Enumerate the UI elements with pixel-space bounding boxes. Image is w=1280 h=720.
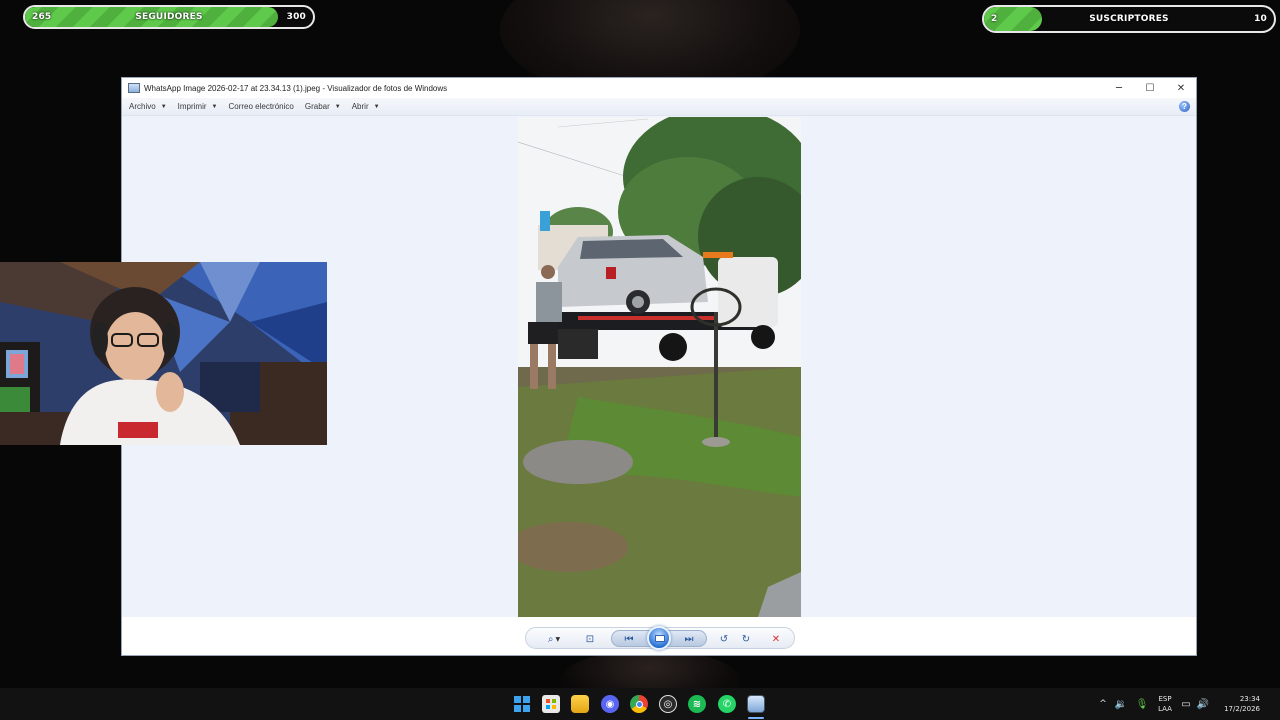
previous-button[interactable]: ⏮ [618, 631, 640, 647]
language-code: ESP [1158, 695, 1172, 703]
chevron-down-icon: ▼ [211, 103, 218, 110]
delete-button[interactable]: ✕ [766, 631, 786, 647]
menu-abrir[interactable]: Abrir ▼ [352, 102, 380, 111]
minimize-button[interactable]: ─ [1104, 78, 1134, 98]
windows-start-icon[interactable] [513, 695, 531, 713]
chevron-down-icon: ▼ [373, 103, 380, 110]
rotate-right-button[interactable]: ↻ [736, 631, 756, 647]
subscribers-goal-bar: 2 SUSCRIPTORES 10 [982, 5, 1276, 33]
language-indicator[interactable]: ESP LAA [1152, 694, 1178, 714]
volume-icon[interactable]: 🔊 [1194, 699, 1212, 710]
window-titlebar[interactable]: WhatsApp Image 2026-02-17 at 23.34.13 (1… [122, 78, 1196, 98]
viewer-controls: ⌕ ▼ ⊡ ⏮ ⏭ ↺ ↻ ✕ [525, 626, 795, 650]
system-tray: ^ 🔉 🎙 ESP LAA ▭ 🔊 23:34 17/2/2026 [1096, 688, 1260, 720]
discord-icon[interactable]: ◉ [601, 695, 619, 713]
spotify-icon[interactable]: ≋ [688, 695, 706, 713]
actual-size-icon[interactable]: ⊡ [578, 631, 602, 647]
active-app-indicator [748, 717, 764, 719]
store-icon[interactable] [542, 695, 560, 713]
menu-abrir-label: Abrir [351, 102, 369, 111]
menu-correo-label: Correo electrónico [228, 102, 294, 111]
slideshow-button[interactable] [647, 626, 671, 650]
zoom-glyph: ⌕ [547, 633, 554, 645]
chevron-up-icon[interactable]: ^ [1096, 699, 1110, 709]
menu-imprimir-label: Imprimir [177, 102, 207, 111]
speaker-icon[interactable]: 🔉 [1110, 699, 1132, 710]
next-button[interactable]: ⏭ [678, 631, 700, 647]
photo-viewer-app-icon [128, 83, 140, 93]
rotate-left-button[interactable]: ↺ [714, 631, 734, 647]
stream-scene: 265 SEGUIDORES 300 2 SUSCRIPTORES 10 Wha… [0, 0, 1280, 720]
obs-icon[interactable]: ◎ [659, 695, 677, 713]
photo-viewer-icon[interactable] [747, 695, 765, 713]
slideshow-icon [655, 635, 665, 642]
menu-bar: Archivo ▼ Imprimir ▼ Correo electrónico Gr… [122, 98, 1196, 116]
menu-archivo[interactable]: Archivo ▼ [129, 102, 167, 111]
webcam-feed [0, 262, 327, 445]
subscribers-label: SUSCRIPTORES [1089, 14, 1169, 24]
window-title: WhatsApp Image 2026-02-17 at 23.34.13 (1… [144, 83, 448, 93]
network-icon[interactable]: ▭ [1178, 699, 1194, 710]
zoom-icon[interactable]: ⌕ ▼ [542, 631, 566, 647]
microphone-icon[interactable]: 🎙 [1132, 699, 1152, 710]
followers-goal: 300 [286, 12, 306, 22]
chevron-down-icon: ▼ [555, 635, 561, 643]
menu-grabar-label: Grabar [304, 102, 330, 111]
menu-imprimir[interactable]: Imprimir ▼ [178, 102, 218, 111]
close-button[interactable]: ✕ [1166, 78, 1196, 98]
followers-goal-bar: 265 SEGUIDORES 300 [23, 5, 315, 29]
clock-date: 17/2/2026 [1224, 705, 1260, 713]
displayed-photo [518, 117, 801, 617]
clock[interactable]: 23:34 17/2/2026 [1212, 694, 1260, 714]
chevron-down-icon: ▼ [334, 103, 341, 110]
taskbar: ◉ ◎ ≋ ✆ ^ 🔉 🎙 ESP LAA ▭ 🔊 23:34 17/2/202… [0, 688, 1280, 720]
file-explorer-icon[interactable] [571, 695, 589, 713]
menu-grabar[interactable]: Grabar ▼ [305, 102, 341, 111]
maximize-button[interactable]: ☐ [1135, 78, 1165, 98]
viewer-controls-bar: ⌕ ▼ ⊡ ⏮ ⏭ ↺ ↻ ✕ [122, 617, 1196, 655]
photo-tow-truck-with-car [518, 117, 801, 617]
keyboard-layout: LAA [1158, 705, 1172, 713]
clock-time: 23:34 [1239, 695, 1260, 703]
help-icon[interactable]: ? [1179, 101, 1190, 112]
menu-correo[interactable]: Correo electrónico [228, 102, 293, 111]
subscribers-goal: 10 [1254, 14, 1267, 24]
followers-label: SEGUIDORES [135, 12, 203, 22]
chevron-down-icon: ▼ [160, 103, 167, 110]
whatsapp-icon[interactable]: ✆ [718, 695, 736, 713]
chrome-icon[interactable] [630, 695, 648, 713]
menu-archivo-label: Archivo [129, 102, 156, 111]
webcam-overlay [0, 262, 327, 445]
